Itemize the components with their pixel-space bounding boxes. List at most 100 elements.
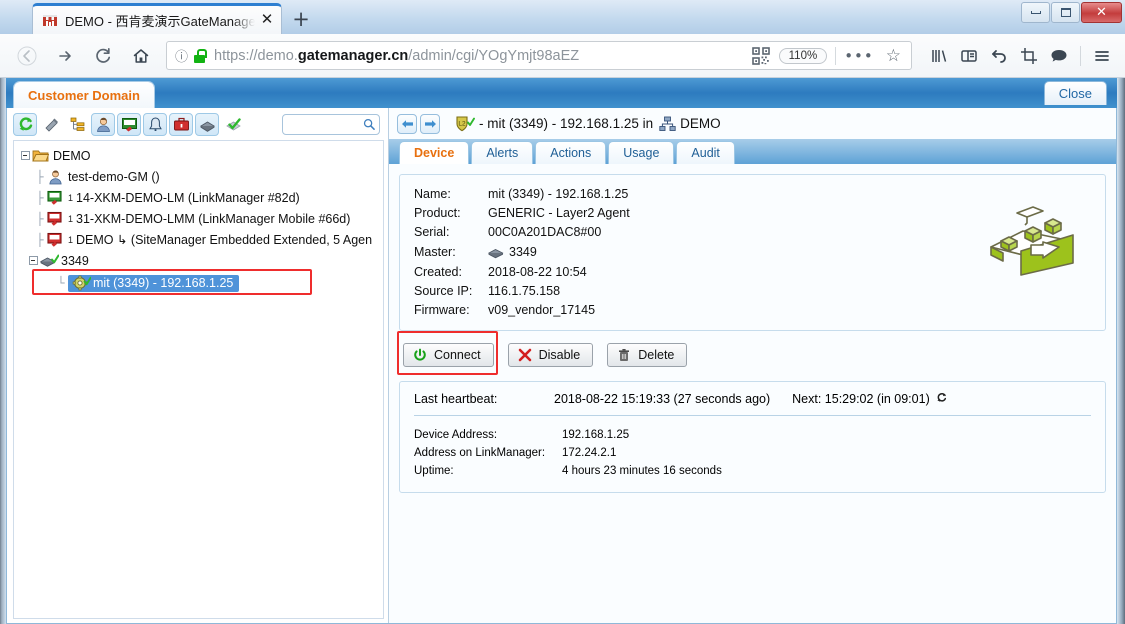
- tree-item-3349[interactable]: 3349: [18, 250, 383, 271]
- expander-icon[interactable]: [18, 149, 32, 163]
- alert-bell-icon[interactable]: [143, 112, 167, 136]
- field-key: Device Address:: [414, 429, 498, 441]
- tree-item-demo-sitemanager[interactable]: ├ 1 DEMO ↳ (SiteManager Embedded Extende…: [18, 229, 383, 250]
- url-host: gatemanager.cn: [297, 47, 409, 64]
- disable-button[interactable]: Disable: [507, 343, 594, 367]
- site-info-icon[interactable]: ⓘ: [175, 46, 188, 65]
- search-input[interactable]: [286, 116, 364, 132]
- tree-item-test-demo-gm[interactable]: ├ test-demo-GM (): [18, 166, 383, 187]
- approve-icon[interactable]: [221, 113, 245, 136]
- browser-navbar: ⓘ https://demo.gatemanager.cn/admin/cgi/…: [0, 34, 1125, 78]
- tab-usage[interactable]: Usage: [608, 141, 675, 164]
- field-value: 116.1.75.158: [488, 284, 561, 298]
- expander-icon[interactable]: [26, 254, 40, 268]
- device-icon[interactable]: [117, 112, 141, 136]
- close-icon: ✕: [1096, 5, 1107, 20]
- reload-button[interactable]: [86, 39, 120, 73]
- search-box[interactable]: [282, 113, 380, 135]
- heartbeat-value: 2018-08-22 15:19:33 (27 seconds ago): [554, 392, 771, 406]
- forward-button[interactable]: [48, 39, 82, 73]
- address-bar[interactable]: ⓘ https://demo.gatemanager.cn/admin/cgi/…: [166, 41, 912, 70]
- new-tab-button[interactable]: +: [290, 9, 312, 31]
- library-icon[interactable]: [924, 41, 954, 71]
- domain-tree[interactable]: DEMO ├ test-demo-GM () ├ 1 14-XKM-DEMO-L…: [13, 140, 384, 619]
- qr-code-icon[interactable]: [751, 46, 771, 66]
- breadcrumb-domain: DEMO: [680, 116, 721, 131]
- window-close-button[interactable]: ✕: [1081, 2, 1122, 23]
- tab-customer-domain-label: Customer Domain: [28, 87, 140, 103]
- sidebar-icon[interactable]: [954, 41, 984, 71]
- close-icon[interactable]: ✕: [259, 12, 275, 28]
- browser-titlebar: DEMO - 西肯麦演示GateManager ✕ + ✕: [0, 0, 1125, 34]
- heartbeat-next: Next: 15:29:02 (in 09:01): [792, 392, 930, 406]
- heartbeat-card: Last heartbeat: 2018-08-22 15:19:33 (27 …: [399, 381, 1106, 493]
- linkmanager-red-icon: [47, 211, 64, 227]
- tree-pane: DEMO ├ test-demo-GM () ├ 1 14-XKM-DEMO-L…: [7, 108, 389, 623]
- field-key: Uptime:: [414, 465, 454, 477]
- field-key: Name:: [414, 187, 451, 201]
- minimize-icon[interactable]: [1021, 2, 1050, 23]
- tree-item-mit-selected[interactable]: └ mit (3349) - 192.168.1.25: [18, 269, 383, 295]
- field-key: Created:: [414, 265, 462, 279]
- page-actions-icon[interactable]: •••: [844, 47, 874, 65]
- browser-window: DEMO - 西肯麦演示GateManager ✕ + ✕ ⓘ https://…: [0, 0, 1125, 624]
- breadcrumb-forward-button[interactable]: [420, 113, 440, 134]
- field-value: GENERIC - Layer2 Agent: [488, 206, 630, 220]
- divider: [835, 46, 837, 65]
- tab-actions[interactable]: Actions: [535, 141, 607, 164]
- tree-item-label: DEMO ↳ (SiteManager Embedded Extended, 5…: [76, 233, 373, 247]
- home-button[interactable]: [124, 39, 158, 73]
- tree-item-14-xkm-demo-lm[interactable]: ├ 1 14-XKM-DEMO-LM (LinkManager #82d): [18, 187, 383, 208]
- maximize-icon[interactable]: [1051, 2, 1080, 23]
- tree-item-superscript: 1: [68, 234, 74, 245]
- detail-tabs: Device Alerts Actions Usage Audit: [389, 139, 1116, 164]
- tab-device[interactable]: Device: [399, 141, 470, 164]
- app-header: Customer Domain Close: [6, 78, 1117, 108]
- lock-icon: [194, 48, 207, 63]
- tree-icon[interactable]: [65, 113, 89, 136]
- bookmark-star-icon[interactable]: ☆: [886, 46, 901, 66]
- tab-audit[interactable]: Audit: [676, 141, 735, 164]
- tree-item-demo[interactable]: DEMO: [18, 145, 383, 166]
- tab-alerts[interactable]: Alerts: [471, 141, 534, 164]
- field-key: Serial:: [414, 225, 450, 239]
- tab-actions-label: Actions: [550, 146, 592, 160]
- menu-icon[interactable]: [1087, 41, 1117, 71]
- user-icon[interactable]: [91, 112, 115, 136]
- field-value: 2018-08-22 10:54: [488, 265, 587, 279]
- tree-item-superscript: 1: [68, 192, 74, 203]
- user-icon: [47, 169, 64, 185]
- tree-connector: ├: [36, 169, 44, 184]
- screenshot-icon[interactable]: [1014, 41, 1044, 71]
- close-button-label: Close: [1058, 86, 1092, 101]
- window-controls: ✕: [1020, 2, 1122, 24]
- back-button[interactable]: [10, 39, 44, 73]
- field-value: 3349: [509, 245, 537, 259]
- url-path: /admin/cgi/YOgYmjt98aEZ: [408, 47, 580, 64]
- tools-icon[interactable]: [39, 113, 63, 136]
- refresh-small-icon[interactable]: [936, 392, 947, 406]
- connect-button-label: Connect: [434, 348, 481, 362]
- delete-button[interactable]: Delete: [607, 343, 688, 367]
- browser-tab[interactable]: DEMO - 西肯麦演示GateManager ✕: [32, 3, 282, 34]
- breadcrumb-back-button[interactable]: [397, 113, 417, 134]
- tab-customer-domain[interactable]: Customer Domain: [14, 82, 154, 108]
- tree-item-31-xkm-demo-lmm[interactable]: ├ 1 31-XKM-DEMO-LMM (LinkManager Mobile …: [18, 208, 383, 229]
- close-button[interactable]: Close: [1043, 81, 1107, 105]
- zoom-level-badge[interactable]: 110%: [778, 47, 828, 64]
- url-text: https://demo.gatemanager.cn/admin/cgi/YO…: [214, 48, 743, 64]
- search-icon[interactable]: [363, 117, 376, 132]
- chat-icon[interactable]: [1044, 41, 1074, 71]
- device-actions: Connect Disable Delete: [397, 331, 1106, 375]
- connect-button[interactable]: Connect: [403, 343, 494, 367]
- field-value: v09_vendor_17145: [488, 303, 596, 317]
- appliance-icon: [488, 247, 504, 259]
- briefcase-icon[interactable]: [169, 112, 193, 136]
- tree-item-label: mit (3349) - 192.168.1.25: [93, 276, 234, 290]
- refresh-icon[interactable]: [13, 112, 37, 136]
- tree-item-selected-row[interactable]: mit (3349) - 192.168.1.25: [68, 274, 240, 292]
- sitemanager-red-icon: [47, 232, 64, 248]
- undo-icon[interactable]: [984, 41, 1014, 71]
- appliance-icon[interactable]: [195, 112, 219, 136]
- svg-text:L2: L2: [458, 120, 466, 127]
